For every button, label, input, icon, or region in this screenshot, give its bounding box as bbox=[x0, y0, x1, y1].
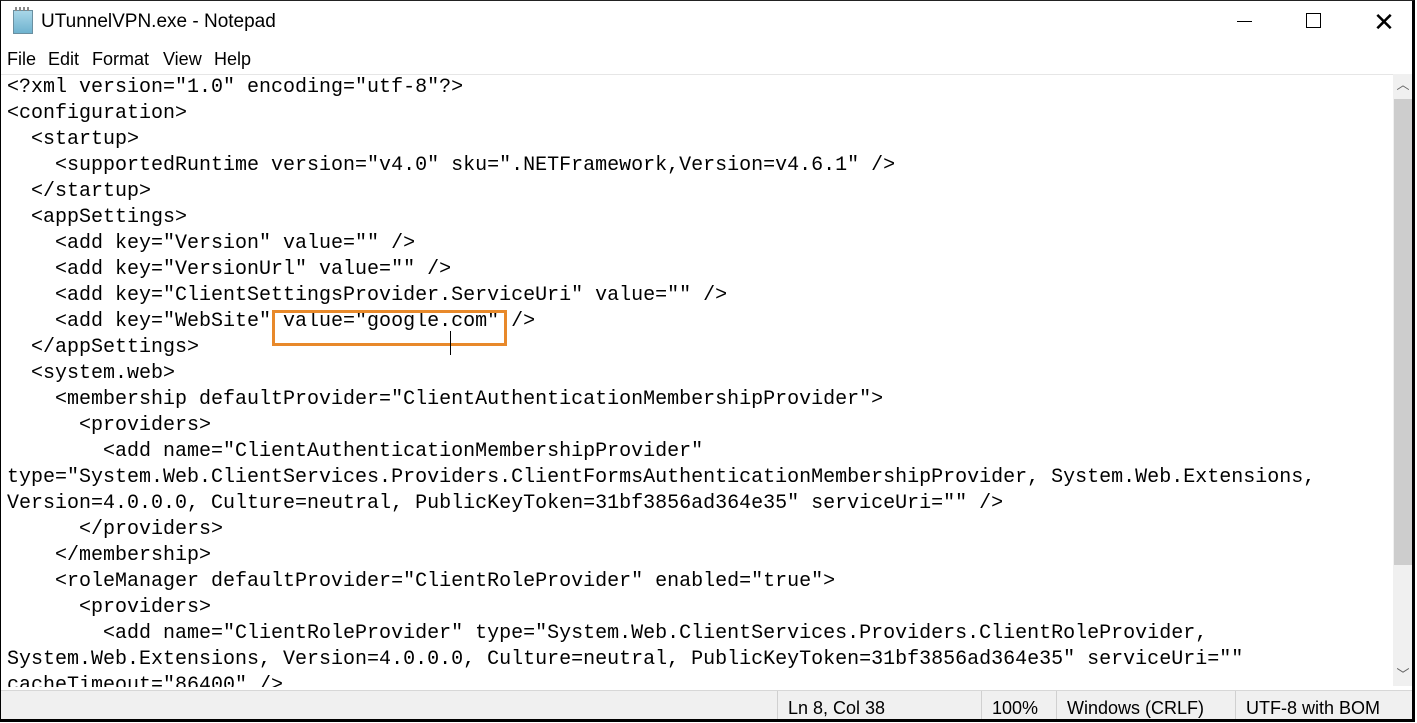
encoding: UTF-8 with BOM bbox=[1235, 691, 1406, 719]
scroll-down-icon[interactable]: ﹀ bbox=[1393, 664, 1412, 686]
scroll-up-icon[interactable]: ︿ bbox=[1393, 74, 1412, 96]
menu-view[interactable]: View bbox=[163, 49, 202, 70]
text-line: <?xml version="1.0" encoding="utf-8"?> bbox=[7, 76, 464, 99]
text-line: <membership defaultProvider="ClientAuthe… bbox=[7, 388, 884, 411]
text-line: Version=4.0.0.0, Culture=neutral, Public… bbox=[7, 492, 1004, 515]
zoom-level: 100% bbox=[981, 691, 1038, 719]
scrollbar-thumb[interactable] bbox=[1394, 99, 1412, 565]
highlight-box bbox=[272, 310, 507, 346]
text-line: </providers> bbox=[7, 518, 224, 541]
text-line: </appSettings> bbox=[7, 336, 200, 359]
text-line: <configuration> bbox=[7, 102, 188, 125]
text-line: <startup> bbox=[7, 128, 140, 151]
text-line: <providers> bbox=[7, 596, 212, 619]
title-bar[interactable]: UTunnelVPN.exe - Notepad ✕ bbox=[1, 1, 1412, 43]
text-line: <roleManager defaultProvider="ClientRole… bbox=[7, 570, 836, 593]
text-line: </startup> bbox=[7, 180, 152, 203]
menu-help[interactable]: Help bbox=[214, 49, 251, 70]
line-ending: Windows (CRLF) bbox=[1056, 691, 1222, 719]
text-line: <add key="ClientSettingsProvider.Service… bbox=[7, 284, 728, 307]
text-line: cacheTimeout="86400" /> bbox=[7, 674, 284, 687]
notepad-icon bbox=[13, 7, 33, 34]
notepad-window: UTunnelVPN.exe - Notepad ✕ File Edit For… bbox=[0, 0, 1415, 722]
close-button[interactable]: ✕ bbox=[1349, 1, 1412, 43]
text-line: <supportedRuntime version="v4.0" sku=".N… bbox=[7, 154, 896, 177]
status-bar: Ln 8, Col 38 100% Windows (CRLF) UTF-8 w… bbox=[1, 690, 1412, 719]
menu-format[interactable]: Format bbox=[92, 49, 149, 70]
text-caret bbox=[450, 331, 451, 355]
text-line: <add key="VersionUrl" value="" /> bbox=[7, 258, 452, 281]
maximize-button[interactable] bbox=[1279, 1, 1349, 43]
menu-file[interactable]: File bbox=[7, 49, 36, 70]
text-line: System.Web.Extensions, Version=4.0.0.0, … bbox=[7, 648, 1244, 671]
text-editor[interactable]: cacheTimeout="86400" /> System.Web.Extens… bbox=[1, 74, 1393, 687]
text-line: <add name="ClientRoleProvider" type="Sys… bbox=[7, 622, 1208, 645]
minimize-button[interactable] bbox=[1211, 1, 1281, 43]
text-line: <providers> bbox=[7, 414, 212, 437]
vertical-scrollbar[interactable]: ︿ ﹀ bbox=[1393, 74, 1412, 686]
text-line: </membership> bbox=[7, 544, 212, 567]
text-line: <add name="ClientAuthenticationMembershi… bbox=[7, 440, 704, 463]
cursor-position: Ln 8, Col 38 bbox=[777, 691, 978, 719]
window-title: UTunnelVPN.exe - Notepad bbox=[41, 11, 276, 32]
menu-edit[interactable]: Edit bbox=[48, 49, 79, 70]
text-line: <appSettings> bbox=[7, 206, 188, 229]
text-line: <system.web> bbox=[7, 362, 176, 385]
text-line: type="System.Web.ClientServices.Provider… bbox=[7, 466, 1316, 489]
text-line: <add key="Version" value="" /> bbox=[7, 232, 416, 255]
